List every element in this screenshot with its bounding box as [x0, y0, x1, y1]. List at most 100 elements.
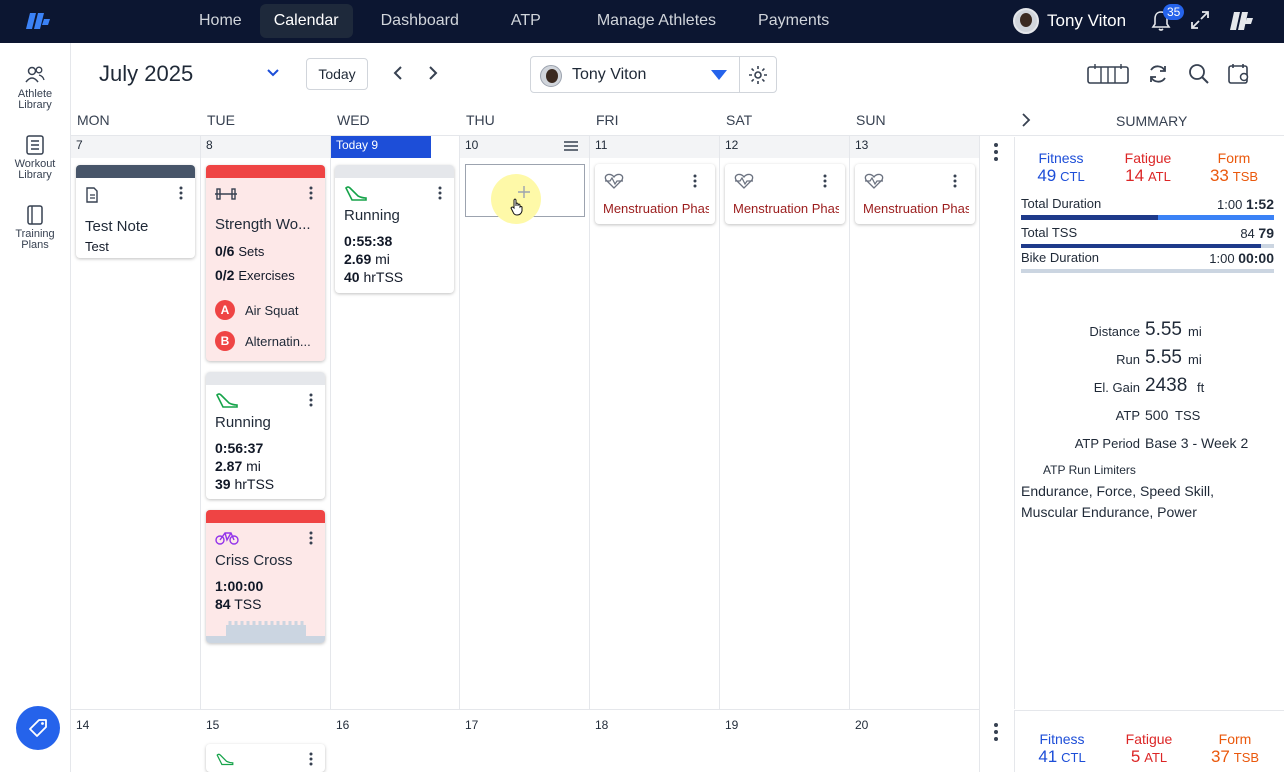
chevron-down-icon[interactable]	[266, 65, 280, 83]
cycle-phase-card[interactable]: Menstruation Phase	[595, 164, 715, 224]
run-workout-card[interactable]: Running 0:55:38 2.69 mi 40 hrTSS	[335, 165, 454, 293]
bike-workout-card[interactable]: Criss Cross 1:00:00 84 TSS	[206, 510, 325, 643]
kebab-icon[interactable]	[693, 174, 697, 193]
hamburger-icon[interactable]	[563, 139, 579, 157]
nav-home[interactable]: Home	[185, 4, 256, 38]
run-workout-card[interactable]: Running 0:56:37 2.87 mi 39 hrTSS	[206, 372, 325, 499]
today-button[interactable]: Today	[306, 58, 368, 90]
tag-button[interactable]	[16, 706, 60, 750]
sidebar-item-athlete-library[interactable]: Athlete Library	[0, 65, 70, 111]
date-label: 20	[855, 718, 869, 732]
cycle-phase-label: Menstruation Phase	[863, 201, 969, 216]
chevron-left-icon[interactable]	[391, 65, 405, 86]
day-column-sun[interactable]: 13	[850, 136, 980, 772]
search-icon[interactable]	[1188, 63, 1210, 90]
day-column-thu[interactable]: 10	[460, 136, 590, 772]
cycle-phase-card[interactable]: Menstruation Phase	[855, 164, 975, 224]
main-nav: Home Calendar Dashboard ATP Manage Athle…	[185, 4, 847, 38]
tss-value: 40	[344, 269, 360, 285]
nav-manage-athletes[interactable]: Manage Athletes	[583, 4, 730, 38]
bike-duration-done: 1:00	[1209, 251, 1235, 266]
fitness-label: Fitness	[1038, 150, 1084, 166]
nav-calendar[interactable]: Calendar	[259, 4, 353, 38]
sidebar-item-training-plans[interactable]: Training Plans	[0, 205, 70, 251]
summary-panel-week-2: Fitness 41 CTL Fatigue 5 ATL Form 37 TSB	[1014, 710, 1284, 772]
form-value: 37	[1210, 747, 1230, 766]
chevron-right-icon[interactable]	[1020, 112, 1032, 133]
day-header-tue: TUE	[201, 106, 331, 136]
exercise-item[interactable]: A Air Squat	[215, 300, 298, 320]
nav-atp[interactable]: ATP	[497, 4, 555, 38]
athlete-settings-button[interactable]	[739, 56, 777, 93]
add-workout-box[interactable]	[465, 164, 585, 224]
app-logo-icon[interactable]	[24, 9, 52, 33]
kebab-icon[interactable]	[953, 174, 957, 193]
week-menu-kebab-icon[interactable]	[989, 142, 1003, 167]
date-label: 19	[725, 718, 739, 732]
elevation-gain-unit: ft	[1197, 380, 1205, 395]
card-title: Test Note	[85, 218, 149, 235]
week-menu-kebab-icon[interactable]	[989, 722, 1003, 747]
total-duration-planned: 1:52	[1245, 196, 1274, 212]
atp-unit: TSS	[1175, 408, 1201, 423]
kebab-icon[interactable]	[309, 752, 313, 771]
run-workout-card[interactable]	[206, 744, 325, 772]
fitness-value: 41	[1038, 747, 1058, 766]
tss-value: 39	[215, 476, 231, 492]
date-label: 17	[465, 718, 479, 732]
chevron-right-icon[interactable]	[426, 65, 440, 86]
day-column-sat[interactable]: 12	[720, 136, 850, 772]
refresh-icon[interactable]	[1147, 63, 1169, 90]
atp-limiters-value: Endurance, Force, Speed Skill, Muscular …	[1021, 483, 1214, 520]
kebab-icon[interactable]	[309, 531, 313, 550]
heartbeat-icon	[604, 173, 624, 194]
fitness-value: 49	[1037, 166, 1057, 185]
hand-cursor-icon	[510, 198, 524, 221]
exercise-item[interactable]: B Alternatin...	[215, 331, 311, 351]
expand-icon[interactable]	[1190, 10, 1210, 36]
total-tss-row: Total TSS 84 79	[1021, 225, 1274, 250]
run-label: Run	[1116, 352, 1140, 367]
duration-value: 0:55:38	[344, 233, 393, 249]
strength-workout-card[interactable]: Strength Wo... 0/6 Sets 0/2 Exercises A …	[206, 165, 325, 361]
workout-structure-graph	[206, 619, 325, 643]
sidebar-item-workout-library[interactable]: Workout Library	[0, 135, 70, 181]
kebab-icon[interactable]	[309, 186, 313, 205]
nav-dashboard[interactable]: Dashboard	[367, 4, 473, 38]
sets-value: 0/6	[215, 243, 235, 259]
fitness-unit: CTL	[1060, 169, 1085, 184]
bike-duration-row: Bike Duration 1:00 00:00	[1021, 250, 1274, 275]
week-view-icon[interactable]	[1087, 63, 1129, 90]
day-column-fri[interactable]: 11	[590, 136, 720, 772]
heartbeat-icon	[734, 173, 754, 194]
duration-value: 0:56:37	[215, 440, 264, 456]
summary-header: SUMMARY	[1116, 113, 1188, 129]
kebab-icon[interactable]	[179, 186, 183, 205]
calendar-settings-icon[interactable]	[1228, 63, 1252, 90]
fatigue-metric: Fatigue 5 ATL	[1119, 731, 1179, 767]
bike-duration-label: Bike Duration	[1021, 250, 1100, 265]
exercise-badge-b: B	[215, 331, 235, 351]
note-card[interactable]: Test Note Test	[76, 165, 195, 258]
exercises-value: 0/2	[215, 267, 235, 283]
shoe-icon	[344, 184, 368, 207]
bike-duration-bar	[1021, 269, 1274, 273]
kebab-icon[interactable]	[438, 186, 442, 205]
cycle-phase-card[interactable]: Menstruation Phase	[725, 164, 845, 224]
total-tss-label: Total TSS	[1021, 225, 1078, 240]
date-label: 12	[720, 136, 849, 158]
atp-period-value: Base 3 - Week 2	[1145, 435, 1249, 451]
fatigue-label: Fatigue	[1124, 150, 1172, 166]
tss-value: 84	[215, 596, 231, 612]
date-label: 15	[206, 718, 220, 732]
nav-payments[interactable]: Payments	[744, 4, 843, 38]
athlete-select[interactable]: Tony Viton	[530, 56, 740, 93]
dropdown-arrow-icon	[711, 70, 727, 80]
total-duration-bar-fill	[1021, 215, 1158, 220]
tss-unit: TSS	[234, 596, 262, 612]
user-menu[interactable]: Tony Viton	[1013, 8, 1126, 34]
atp-label: ATP	[1115, 408, 1140, 423]
form-value: 33	[1209, 166, 1229, 185]
kebab-icon[interactable]	[309, 393, 313, 412]
kebab-icon[interactable]	[823, 174, 827, 193]
